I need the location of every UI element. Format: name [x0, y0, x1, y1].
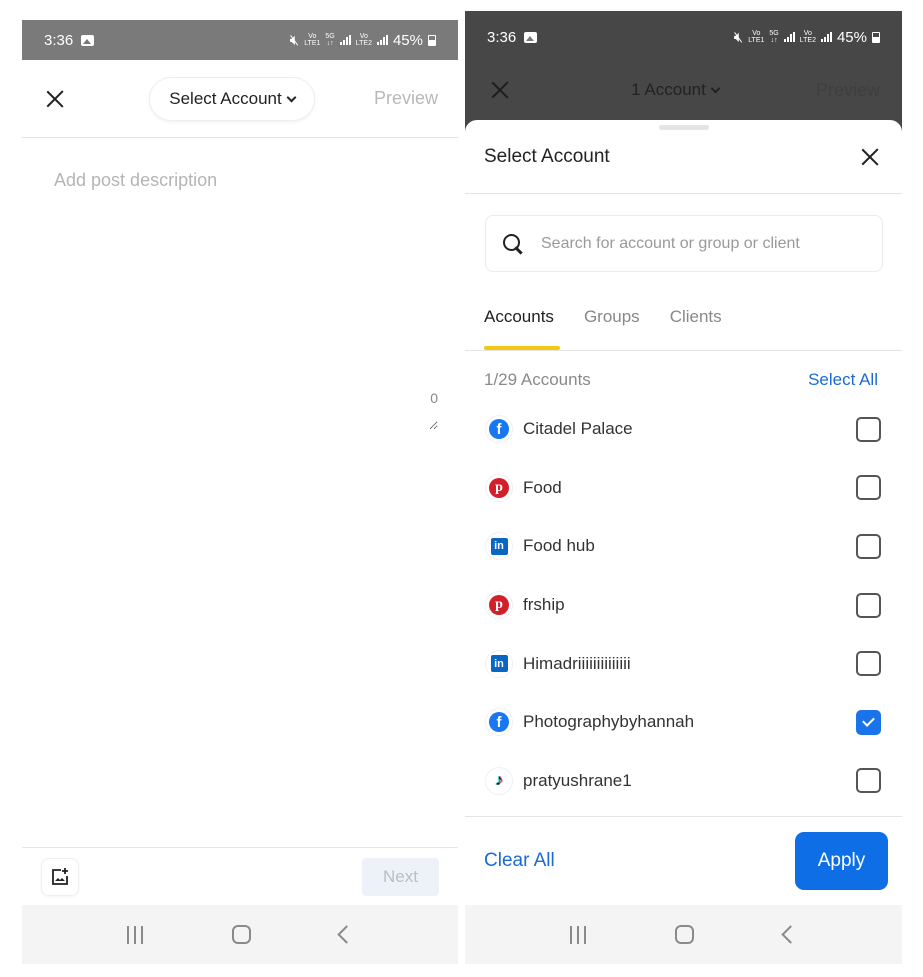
pinterest-icon: p — [489, 477, 509, 498]
search-icon — [502, 233, 524, 255]
status-bar: 3:36 🔇︎ Vo LTE1 5G ↓↑ Vo LTE2 45% — [22, 20, 458, 60]
account-name: Photographybyhannah — [523, 712, 695, 732]
selection-summary: 1/29 Accounts Select All — [484, 365, 878, 395]
gallery-notification-icon — [524, 31, 538, 43]
select-account-sheet: Select Account Accounts Groups Clients 1… — [465, 120, 902, 905]
signal-2-icon — [820, 32, 832, 42]
tiktok-icon: ♪ — [495, 771, 503, 789]
account-selector-button: 1 Account — [597, 68, 753, 112]
account-name: pratyushrane1 — [523, 770, 632, 790]
account-checkbox[interactable] — [856, 475, 881, 501]
tab-clients[interactable]: Clients — [670, 295, 722, 350]
account-tabs: Accounts Groups Clients — [465, 295, 902, 351]
account-checkbox-checked[interactable] — [856, 709, 881, 735]
account-row[interactable]: in Food hub — [465, 517, 902, 576]
account-name: Himadriiiiiiiiiiiiii — [523, 653, 631, 673]
composer-footer: Next — [22, 847, 458, 905]
status-time: 3:36 — [487, 28, 517, 46]
battery-percent: 45% — [392, 31, 423, 49]
battery-icon — [872, 31, 880, 43]
account-name: Food hub — [523, 536, 595, 556]
account-search-input[interactable] — [541, 234, 841, 253]
add-media-button[interactable] — [41, 857, 79, 896]
battery-percent: 45% — [836, 28, 867, 46]
chevron-down-icon — [286, 92, 297, 102]
back-icon[interactable] — [781, 925, 800, 944]
close-sheet-icon[interactable] — [857, 144, 883, 170]
apply-button[interactable]: Apply — [795, 832, 888, 890]
tab-accounts[interactable]: Accounts — [484, 295, 560, 350]
chevron-down-icon — [710, 83, 721, 93]
signal-1-icon — [339, 35, 351, 45]
account-name: Food — [523, 477, 562, 497]
account-row[interactable]: ♪ pratyushrane1 — [465, 752, 902, 811]
volte1-icon: Vo LTE1 — [304, 33, 321, 47]
account-checkbox[interactable] — [856, 592, 881, 618]
selected-count: 1/29 Accounts — [484, 370, 591, 389]
add-image-icon — [52, 867, 68, 885]
home-icon[interactable] — [231, 925, 251, 944]
account-checkbox[interactable] — [856, 768, 881, 794]
composer-header: Select Account Preview — [22, 60, 458, 138]
sheet-title: Select Account — [484, 145, 610, 167]
select-account-screen: 3:36 🔇︎ Vo LTE1 5G ↓↑ Vo LTE2 45% 1 Account… — [465, 11, 902, 964]
account-row[interactable]: f Citadel Palace — [465, 400, 902, 459]
signal-1-icon — [783, 32, 795, 42]
5g-icon: 5G ↓↑ — [769, 30, 779, 44]
account-checkbox[interactable] — [856, 651, 881, 677]
preview-button: Preview — [815, 79, 880, 100]
facebook-icon: f — [489, 712, 509, 733]
close-icon — [487, 77, 513, 103]
volte2-icon: Vo LTE2 — [355, 33, 372, 47]
sheet-footer: Clear All Apply — [465, 816, 902, 905]
post-composer-screen: 3:36 🔇︎ Vo LTE1 5G ↓↑ Vo LTE2 45% Select Ac… — [22, 20, 458, 964]
next-button[interactable]: Next — [362, 857, 439, 896]
account-row[interactable]: p Food — [465, 459, 902, 518]
close-icon[interactable] — [42, 86, 68, 112]
signal-2-icon — [376, 35, 388, 45]
select-all-button[interactable]: Select All — [808, 370, 878, 390]
clear-all-button[interactable]: Clear All — [484, 850, 555, 872]
account-name: frship — [523, 595, 565, 615]
select-account-label: Select Account — [169, 89, 282, 108]
account-row[interactable]: f Photographybyhannah — [465, 693, 902, 752]
post-description-input[interactable] — [42, 160, 438, 430]
preview-button[interactable]: Preview — [374, 88, 438, 109]
account-checkbox[interactable] — [856, 533, 881, 559]
linkedin-icon: in — [490, 655, 508, 673]
recent-apps-icon[interactable] — [126, 925, 143, 944]
pinterest-icon: p — [489, 595, 509, 616]
gallery-notification-icon — [81, 34, 95, 46]
tab-groups[interactable]: Groups — [584, 295, 640, 350]
select-account-button[interactable]: Select Account — [149, 77, 315, 121]
account-list: f Citadel Palace p Food in Food hub p fr… — [465, 400, 902, 810]
home-icon[interactable] — [675, 925, 695, 944]
account-search-box[interactable] — [485, 215, 883, 272]
5g-icon: 5G ↓↑ — [325, 33, 335, 47]
account-selector-label: 1 Account — [631, 80, 706, 99]
account-name: Citadel Palace — [523, 419, 633, 439]
battery-icon — [428, 34, 436, 46]
status-time: 3:36 — [44, 31, 74, 49]
recent-apps-icon[interactable] — [569, 925, 586, 944]
account-row[interactable]: p frship — [465, 576, 902, 635]
android-nav-bar — [465, 905, 902, 964]
sheet-header: Select Account — [465, 120, 902, 194]
post-description-placeholder: Add post description — [54, 170, 218, 190]
dimmed-composer-header: 1 Account Preview — [465, 51, 902, 129]
account-row[interactable]: in Himadriiiiiiiiiiiiii — [465, 634, 902, 693]
back-icon[interactable] — [337, 925, 357, 944]
facebook-icon: f — [489, 419, 509, 440]
volte2-icon: Vo LTE2 — [799, 30, 816, 44]
account-checkbox[interactable] — [856, 416, 881, 442]
android-nav-bar — [22, 905, 458, 964]
mute-icon: 🔇︎ — [289, 31, 300, 49]
linkedin-icon: in — [490, 537, 508, 555]
mute-icon: 🔇︎ — [733, 28, 744, 46]
volte1-icon: Vo LTE1 — [748, 30, 765, 44]
character-count: 0 — [430, 390, 438, 406]
